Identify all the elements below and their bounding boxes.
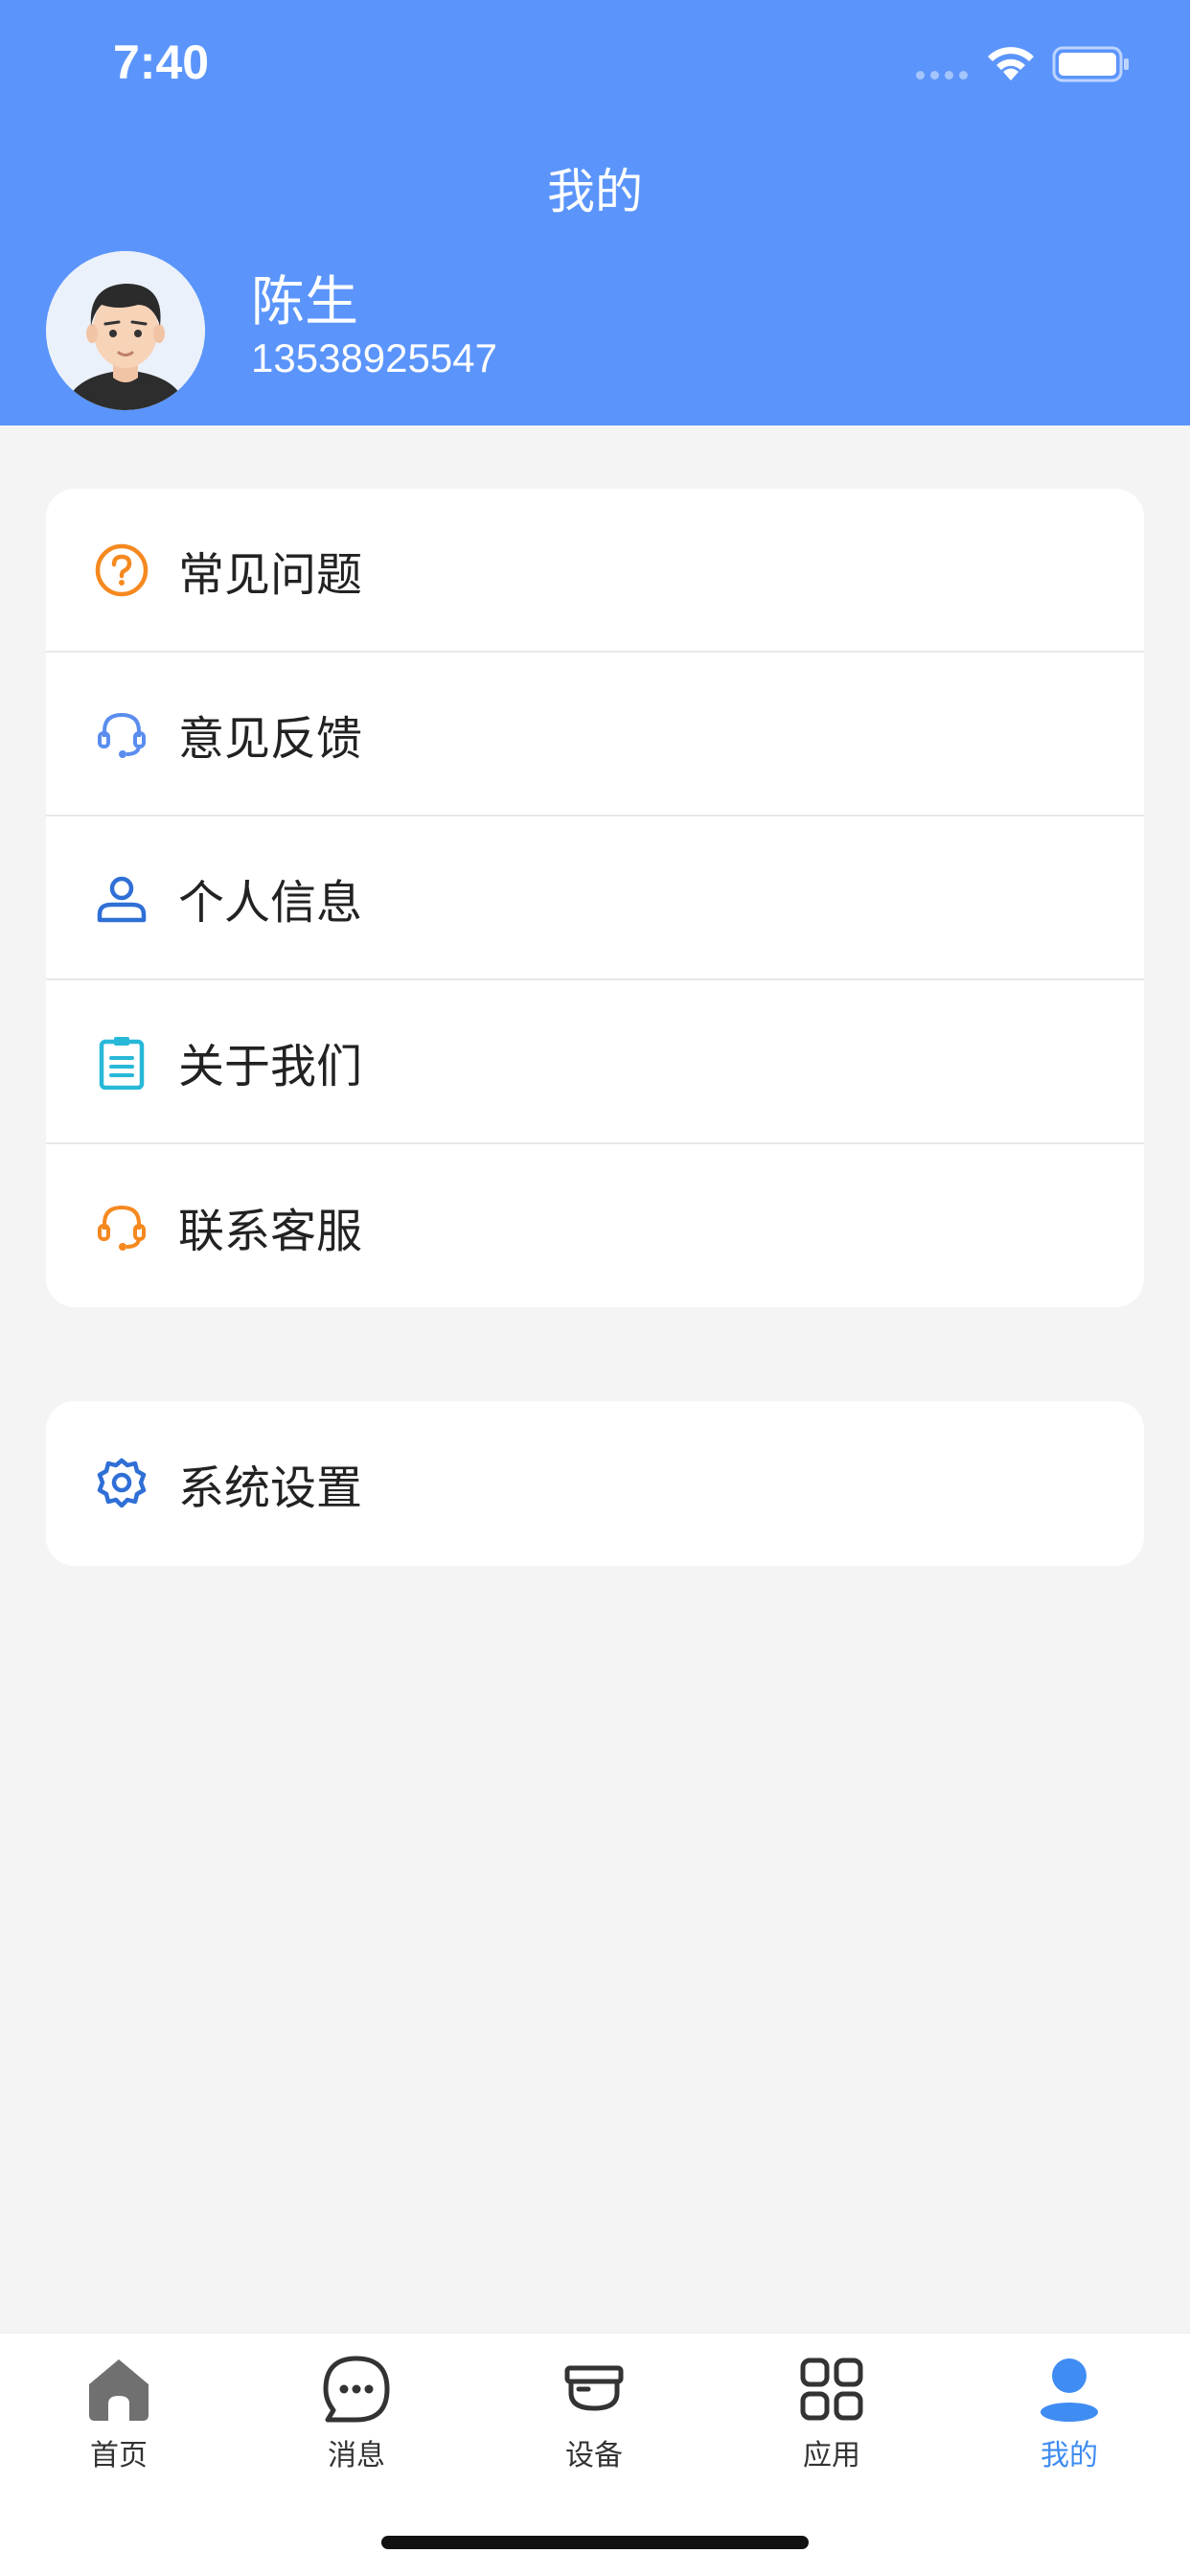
menu-item-about-us[interactable]: 关于我们 <box>46 980 1144 1144</box>
headset-icon <box>94 706 149 762</box>
chat-bubble-icon <box>320 2353 393 2426</box>
menu-item-label: 个人信息 <box>178 875 363 930</box>
tab-label: 我的 <box>1041 2439 1098 2472</box>
profile-header: 7:40 我的 陈生 13538925547 <box>0 0 1190 426</box>
question-circle-icon <box>94 542 149 598</box>
tab-label: 消息 <box>328 2439 385 2472</box>
tab-home[interactable]: 首页 <box>0 2353 238 2496</box>
cellular-signal-icon <box>916 71 968 80</box>
tab-messages[interactable]: 消息 <box>238 2353 475 2496</box>
clipboard-icon <box>94 1034 149 1090</box>
menu-item-customer-service[interactable]: 联系客服 <box>46 1144 1144 1307</box>
menu-item-feedback[interactable]: 意见反馈 <box>46 653 1144 816</box>
tab-devices[interactable]: 设备 <box>475 2353 713 2496</box>
avatar-illustration-icon <box>46 251 205 410</box>
home-icon <box>82 2353 155 2426</box>
settings-card: 系统设置 <box>46 1401 1144 1566</box>
apps-grid-icon <box>795 2353 868 2426</box>
headset-icon <box>94 1199 149 1254</box>
menu-item-label: 关于我们 <box>178 1039 363 1093</box>
menu-item-label: 系统设置 <box>178 1461 363 1515</box>
tab-label: 应用 <box>803 2439 860 2472</box>
menu-item-label: 联系客服 <box>178 1204 363 1258</box>
menu-item-faq[interactable]: 常见问题 <box>46 489 1144 653</box>
user-phone: 13538925547 <box>251 335 497 380</box>
tab-label: 首页 <box>90 2439 148 2472</box>
tab-label: 设备 <box>565 2439 623 2472</box>
user-icon <box>1033 2353 1106 2426</box>
tab-mine[interactable]: 我的 <box>950 2353 1188 2496</box>
avatar[interactable] <box>46 251 205 410</box>
battery-icon <box>1052 46 1129 82</box>
wifi-icon <box>988 47 1034 80</box>
menu-card: 常见问题 意见反馈 个人信息 关于我们 联系客服 <box>46 489 1144 1307</box>
menu-item-system-settings[interactable]: 系统设置 <box>46 1401 1144 1566</box>
camera-device-icon <box>558 2353 630 2426</box>
page-title: 我的 <box>547 164 643 219</box>
person-icon <box>94 870 149 926</box>
gear-icon <box>94 1456 149 1511</box>
home-indicator <box>381 2536 809 2549</box>
status-time: 7:40 <box>113 35 210 89</box>
menu-item-label: 意见反馈 <box>178 711 363 766</box>
menu-item-label: 常见问题 <box>178 547 363 602</box>
menu-item-personal-info[interactable]: 个人信息 <box>46 816 1144 980</box>
user-name: 陈生 <box>251 271 358 334</box>
tab-apps[interactable]: 应用 <box>713 2353 950 2496</box>
